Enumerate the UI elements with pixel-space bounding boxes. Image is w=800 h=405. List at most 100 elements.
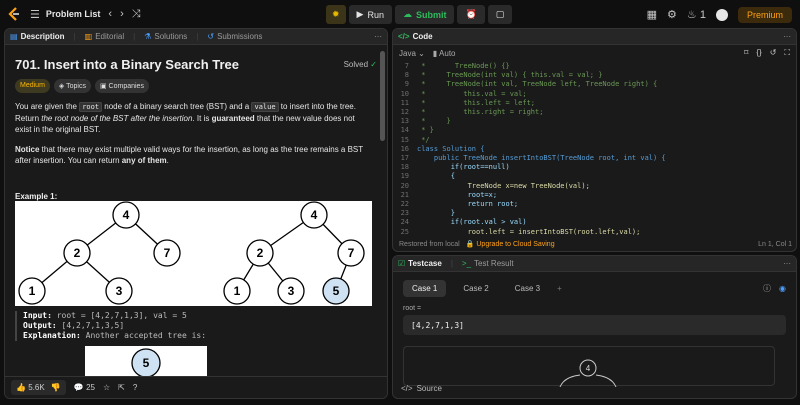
companies-chip[interactable]: ▣ Companies xyxy=(94,79,149,93)
code-editor[interactable]: 7 * TreeNode() {} 8 * TreeNode(int val) {… xyxy=(393,62,783,236)
run-button[interactable]: ▶ Run xyxy=(348,5,392,24)
reset-icon[interactable]: ↺ xyxy=(770,48,777,58)
prev-problem-icon[interactable]: ‹ xyxy=(108,8,112,20)
problem-list-button[interactable]: ☰ Problem List xyxy=(30,8,100,21)
line-number: 10 xyxy=(400,89,409,98)
code-line: 7 * TreeNode() {} xyxy=(393,62,783,71)
autocomplete-toggle[interactable]: ▮ Auto xyxy=(433,49,456,58)
code-line: 11 * this.left = left; xyxy=(393,99,783,108)
grid-menu-icon[interactable]: ▦ xyxy=(647,8,657,21)
list-icon: ☰ xyxy=(30,8,40,21)
premium-button[interactable]: Premium xyxy=(737,6,792,23)
code-text: * } xyxy=(417,117,451,126)
notes-button[interactable]: ▢ xyxy=(487,5,513,24)
line-number: 14 xyxy=(400,126,409,135)
more-options-icon[interactable]: ⋯ xyxy=(374,32,382,41)
case-tab-1[interactable]: Case 1 xyxy=(403,280,447,297)
line-number: 15 xyxy=(400,135,409,144)
comments-button[interactable]: 💬 25 xyxy=(74,383,95,392)
code-line: 13 * } xyxy=(393,117,783,126)
code-tabbar: </> Code ⋯ xyxy=(393,29,796,45)
line-number: 20 xyxy=(400,181,409,190)
difficulty-badge[interactable]: Medium xyxy=(15,79,50,93)
node-label: 5 xyxy=(143,356,150,370)
leetcode-logo-icon[interactable] xyxy=(6,6,22,22)
topics-chip[interactable]: ◈ Topics xyxy=(53,79,91,93)
top-bar: ☰ Problem List ‹ › ⤨ ✹ ▶ Run ☁ Submit ⏰ ▢ … xyxy=(0,0,800,28)
shuffle-icon[interactable]: ⤨ xyxy=(132,8,141,21)
line-number: 18 xyxy=(400,163,409,172)
testcase-panel: ☑ Testcase | >_ Test Result ⋯ Case 1 Case … xyxy=(392,255,797,399)
timer-button[interactable]: ⏰ xyxy=(457,5,485,24)
code-line: 24 if(root.val > val) xyxy=(393,218,783,227)
comment-icon: 💬 xyxy=(73,383,84,392)
next-problem-icon[interactable]: › xyxy=(120,8,124,20)
fullscreen-icon[interactable]: ⛶ xyxy=(784,48,790,58)
code-text: if(root.val > val) xyxy=(417,218,527,227)
help-circle-icon[interactable]: ⓘ xyxy=(763,283,771,294)
avatar[interactable] xyxy=(715,8,728,21)
tab-testcase[interactable]: ☑ Testcase xyxy=(398,259,442,268)
tab-editorial[interactable]: ▥ Editorial xyxy=(85,32,124,41)
example-io-block: Input: root = [4,2,7,1,3], val = 5 Outpu… xyxy=(15,311,372,341)
code-line: 9 * TreeNode(int val, TreeNode left, Tre… xyxy=(393,80,783,89)
bookmark-icon[interactable]: ⌑ xyxy=(744,48,748,58)
save-status: Restored from local xyxy=(399,240,460,248)
streak-counter[interactable]: ♨ 1 xyxy=(687,8,706,22)
format-code-icon[interactable]: {} xyxy=(756,48,761,58)
submit-label: Submit xyxy=(415,9,447,20)
code-line: 14 * } xyxy=(393,126,783,135)
testcase-tabbar: ☑ Testcase | >_ Test Result ⋯ xyxy=(393,256,796,272)
tag-icon: ◈ xyxy=(58,83,65,90)
share-icon[interactable]: ⇱ xyxy=(118,383,125,392)
tab-test-result[interactable]: >_ Test Result xyxy=(462,259,514,268)
tab-description[interactable]: ▤ Description xyxy=(10,32,65,41)
eye-icon[interactable]: ◉ xyxy=(779,284,786,293)
node-label: 1 xyxy=(29,284,36,298)
line-number: 9 xyxy=(404,80,409,89)
source-button[interactable]: </> Source xyxy=(401,384,442,393)
description-scrollbar[interactable] xyxy=(380,51,385,141)
language-select[interactable]: Java ⌄ xyxy=(399,49,425,58)
case-tab-3[interactable]: Case 3 xyxy=(506,280,549,297)
root-input[interactable]: [4,2,7,1,3] xyxy=(403,315,786,335)
settings-gear-icon[interactable]: ⚙ xyxy=(667,8,677,21)
star-icon[interactable]: ☆ xyxy=(103,383,110,392)
like-button[interactable]: 👍 5.6K 👎 xyxy=(11,380,66,395)
testcase-more-options-icon[interactable]: ⋯ xyxy=(783,259,791,268)
code-more-options-icon[interactable]: ⋯ xyxy=(783,32,791,41)
code-text: root=x; xyxy=(417,190,498,199)
debug-button[interactable]: ✹ xyxy=(326,5,346,24)
add-case-icon[interactable]: + xyxy=(557,284,562,293)
book-icon: ▥ xyxy=(84,32,93,41)
upgrade-cloud-link[interactable]: 🔒 Upgrade to Cloud Saving xyxy=(466,240,555,248)
code-text: TreeNode x=new TreeNode(val); xyxy=(417,181,590,190)
check-circle-icon: ✓ xyxy=(370,60,377,69)
tab-solutions[interactable]: ⚗ Solutions xyxy=(144,32,187,41)
code-text: * this.right = right; xyxy=(417,108,544,117)
code-line: 10 * this.val = val; xyxy=(393,90,783,99)
code-line: 15 */ xyxy=(393,136,783,145)
line-number: 19 xyxy=(400,172,409,181)
problem-list-label: Problem List xyxy=(45,9,101,19)
code-line: 22 return root; xyxy=(393,200,783,209)
code-line: 12 * this.right = right; xyxy=(393,108,783,117)
tab-code[interactable]: </> Code xyxy=(398,32,433,41)
tab-submissions[interactable]: ↺ Submissions xyxy=(207,32,262,41)
code-text: return root; xyxy=(417,200,519,209)
help-icon[interactable]: ? xyxy=(133,383,137,392)
node-label: 2 xyxy=(257,246,264,260)
code-line: 20 TreeNode x=new TreeNode(val); xyxy=(393,182,783,191)
code-line: 25 root.left = insertIntoBST(root.left,v… xyxy=(393,228,783,236)
case-tab-2[interactable]: Case 2 xyxy=(454,280,497,297)
code-status-bar: Restored from local 🔒 Upgrade to Cloud S… xyxy=(393,237,796,251)
tree-preview: 4 xyxy=(403,346,775,388)
code-text: root.left = insertIntoBST(root.left,val)… xyxy=(417,227,641,236)
problem-title[interactable]: 701. Insert into a Binary Search Tree xyxy=(15,57,239,72)
line-number: 7 xyxy=(404,62,409,70)
history-icon: ↺ xyxy=(207,32,215,41)
run-label: Run xyxy=(367,9,384,20)
node-label: 4 xyxy=(123,208,130,222)
submit-button[interactable]: ☁ Submit xyxy=(394,5,455,24)
problem-statement: You are given the root node of a binary … xyxy=(15,102,356,134)
